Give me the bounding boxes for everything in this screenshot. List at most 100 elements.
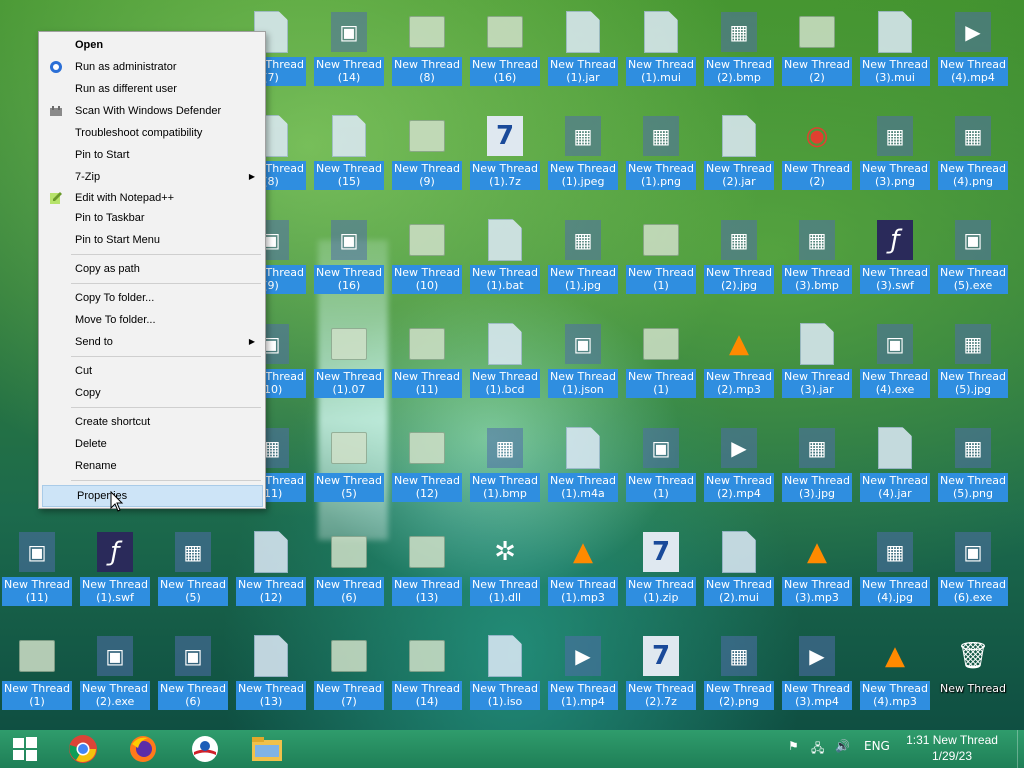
menu-item-cut[interactable]: Cut [41, 361, 263, 381]
menu-item-move-to-folder[interactable]: Move To folder... [41, 310, 263, 330]
action-center-flag-icon[interactable]: ⚑ [788, 739, 799, 753]
desktop-icon[interactable]: ▶ New Thread (4).mp4 [936, 2, 1010, 102]
menu-item-scan-defender[interactable]: Scan With Windows Defender [41, 101, 263, 121]
menu-item-pin-to-taskbar[interactable]: Pin to Taskbar [41, 208, 263, 228]
desktop-icon[interactable]: New Thread (6) [312, 522, 386, 622]
desktop-icon[interactable]: ▦ New Thread (1).png [624, 106, 698, 206]
menu-item-properties[interactable]: Properties [42, 485, 263, 507]
desktop-icon[interactable]: ▦ New Thread (5).png [936, 418, 1010, 518]
desktop-icon[interactable]: New Thread (2) [780, 2, 854, 102]
desktop-icon[interactable]: New Thread (1).iso [468, 626, 542, 726]
desktop-icon[interactable]: New Thread (8) [390, 2, 464, 102]
language-indicator[interactable]: ENG [864, 739, 890, 753]
desktop-icon[interactable]: New Thread (10) [390, 210, 464, 310]
desktop-icon[interactable]: ▦ New Thread (4).jpg [858, 522, 932, 622]
desktop-icon[interactable]: New Thread (13) [390, 522, 464, 622]
desktop-icon[interactable]: ▲ New Thread (3).mp3 [780, 522, 854, 622]
show-desktop-button[interactable] [1017, 730, 1024, 768]
menu-item-7zip[interactable]: 7-Zip ▶ [41, 167, 263, 187]
desktop-icon[interactable]: ▶ New Thread (2).mp4 [702, 418, 776, 518]
desktop-icon[interactable]: ƒ New Thread (1).swf [78, 522, 152, 622]
desktop-icon[interactable]: ▣ New Thread (1).json [546, 314, 620, 414]
menu-item-send-to[interactable]: Send to ▶ [41, 332, 263, 352]
desktop-icon[interactable]: New Thread (13) [234, 626, 308, 726]
desktop-icon[interactable]: ▣ New Thread (6) [156, 626, 230, 726]
desktop-icon[interactable]: New Thread (9) [390, 106, 464, 206]
menu-item-run-as-different-user[interactable]: Run as different user [41, 79, 263, 99]
desktop-icon[interactable]: ▦ New Thread (3).bmp [780, 210, 854, 310]
desktop-icon[interactable]: New Thread (14) [390, 626, 464, 726]
taskbar-firefox[interactable] [122, 733, 164, 765]
desktop-icon[interactable]: 7 New Thread (2).7z [624, 626, 698, 726]
desktop-icon[interactable]: New Thread (1).07 [312, 314, 386, 414]
desktop-icon[interactable]: ▣ New Thread (4).exe [858, 314, 932, 414]
desktop-icon[interactable]: New Thread (15) [312, 106, 386, 206]
desktop-icon[interactable]: ▦ New Thread (1).jpg [546, 210, 620, 310]
desktop-icon[interactable]: New Thread (1).bat [468, 210, 542, 310]
menu-item-edit-notepadpp[interactable]: Edit with Notepad++ [41, 188, 263, 208]
desktop-icon[interactable]: ▦ New Thread (2).bmp [702, 2, 776, 102]
desktop-icon[interactable]: New Thread (3).jar [780, 314, 854, 414]
desktop-icon[interactable]: ▲ New Thread (1).mp3 [546, 522, 620, 622]
desktop-icon[interactable]: 7 New Thread (1).zip [624, 522, 698, 622]
desktop-icon[interactable]: New Thread (1).m4a [546, 418, 620, 518]
desktop-icon[interactable]: ▦ New Thread (1).jpeg [546, 106, 620, 206]
menu-item-pin-to-start-menu[interactable]: Pin to Start Menu [41, 230, 263, 250]
desktop-icon[interactable]: ▦ New Thread (3).jpg [780, 418, 854, 518]
menu-item-delete[interactable]: Delete [41, 434, 263, 454]
desktop-icon[interactable]: New Thread (12) [234, 522, 308, 622]
desktop-icon[interactable]: ƒ New Thread (3).swf [858, 210, 932, 310]
menu-item-copy-as-path[interactable]: Copy as path [41, 259, 263, 279]
desktop-icon[interactable]: ▣ New Thread (1) [624, 418, 698, 518]
desktop-icon[interactable]: New Thread (1).jar [546, 2, 620, 102]
desktop-icon[interactable]: ◉ New Thread (2) [780, 106, 854, 206]
taskbar-file-explorer[interactable] [246, 733, 288, 765]
taskbar-app[interactable] [184, 733, 226, 765]
desktop-icon[interactable]: New Thread (1) [624, 314, 698, 414]
desktop-icon[interactable]: New Thread (2).mui [702, 522, 776, 622]
desktop-icon[interactable]: New Thread (4).jar [858, 418, 932, 518]
desktop-icon[interactable]: 🗑 New Thread [936, 626, 1010, 726]
desktop-icon[interactable]: ▦ New Thread (2).png [702, 626, 776, 726]
desktop-icon[interactable]: ▶ New Thread (3).mp4 [780, 626, 854, 726]
menu-item-rename[interactable]: Rename [41, 456, 263, 476]
desktop-icon[interactable]: ▦ New Thread (1).bmp [468, 418, 542, 518]
desktop-icon[interactable]: New Thread (1) [624, 210, 698, 310]
desktop-icon[interactable]: New Thread (7) [312, 626, 386, 726]
taskbar-chrome[interactable] [62, 733, 104, 765]
desktop-icon[interactable]: ▦ New Thread (3).png [858, 106, 932, 206]
desktop-icon[interactable]: New Thread (1).mui [624, 2, 698, 102]
desktop-icon[interactable]: New Thread (3).mui [858, 2, 932, 102]
desktop-icon[interactable]: ▣ New Thread (2).exe [78, 626, 152, 726]
desktop-icon[interactable]: New Thread (2).jar [702, 106, 776, 206]
menu-item-pin-to-start[interactable]: Pin to Start [41, 145, 263, 165]
desktop-icon[interactable]: ▦ New Thread (5) [156, 522, 230, 622]
desktop-icon[interactable]: ▣ New Thread (14) [312, 2, 386, 102]
menu-item-run-as-administrator[interactable]: Run as administrator [41, 57, 263, 77]
menu-item-copy[interactable]: Copy [41, 383, 263, 403]
desktop-icon[interactable]: ▦ New Thread (5).jpg [936, 314, 1010, 414]
desktop-icon[interactable]: ▲ New Thread (4).mp3 [858, 626, 932, 726]
desktop-icon[interactable]: New Thread (5) [312, 418, 386, 518]
desktop-icon[interactable]: ▣ New Thread (6).exe [936, 522, 1010, 622]
menu-item-open[interactable]: Open [41, 35, 263, 55]
desktop-icon[interactable]: ✲ New Thread (1).dll [468, 522, 542, 622]
start-button[interactable] [4, 733, 46, 765]
desktop-icon[interactable]: ▲ New Thread (2).mp3 [702, 314, 776, 414]
desktop-icon[interactable]: ▣ New Thread (16) [312, 210, 386, 310]
menu-item-create-shortcut[interactable]: Create shortcut [41, 412, 263, 432]
menu-item-troubleshoot[interactable]: Troubleshoot compatibility [41, 123, 263, 143]
volume-icon[interactable]: 🔊 [835, 739, 850, 753]
desktop-icon[interactable]: New Thread (1) [0, 626, 74, 726]
desktop-icon[interactable]: New Thread (1).bcd [468, 314, 542, 414]
desktop-icon[interactable]: ▶ New Thread (1).mp4 [546, 626, 620, 726]
menu-item-copy-to-folder[interactable]: Copy To folder... [41, 288, 263, 308]
clock[interactable]: 1:31 New Thread 1/29/23 [902, 732, 1002, 764]
desktop-icon[interactable]: New Thread (16) [468, 2, 542, 102]
desktop-icon[interactable]: 7 New Thread (1).7z [468, 106, 542, 206]
desktop-icon[interactable]: ▣ New Thread (5).exe [936, 210, 1010, 310]
desktop-icon[interactable]: New Thread (11) [390, 314, 464, 414]
desktop-icon[interactable]: ▦ New Thread (4).png [936, 106, 1010, 206]
desktop-icon[interactable]: ▦ New Thread (2).jpg [702, 210, 776, 310]
desktop-icon[interactable]: ▣ New Thread (11) [0, 522, 74, 622]
